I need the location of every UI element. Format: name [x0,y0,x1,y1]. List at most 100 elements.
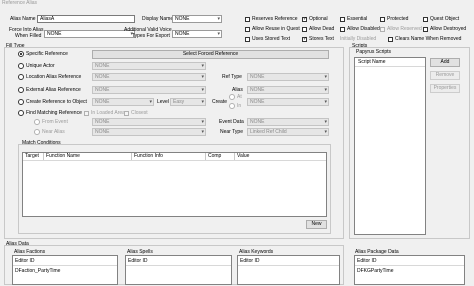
closest-checkbox[interactable]: Closest [124,110,148,116]
voice-types-dropdown[interactable]: NONE ▾ [172,30,222,38]
column-header-editor-id[interactable]: Editor ID [15,258,34,264]
allow-reserved-checkbox[interactable]: Allow Reserved [380,26,422,32]
reserves-reference-checkbox[interactable]: Reserves Reference [245,16,298,22]
new-condition-button[interactable]: New [306,220,327,229]
scripts-list[interactable]: Script Name [354,57,426,235]
create-in-radio[interactable]: In [229,103,241,109]
chevron-down-icon: ▾ [149,99,152,105]
from-event-radio[interactable]: From Event [34,119,68,125]
near-type-dropdown[interactable]: Linked Ref Child ▾ [247,128,329,136]
optional-checkbox[interactable]: ✓ Optional [302,16,328,22]
essential-checkbox[interactable]: Essential [340,16,367,22]
in-loaded-area-checkbox[interactable]: In Loaded Area [84,110,125,116]
checkbox-box [245,16,250,22]
near-alias-dropdown[interactable]: NONE ▾ [92,128,206,136]
radio-dot [34,119,40,125]
checkbox-box [84,110,89,116]
checkbox-box [124,110,129,116]
header-divider [23,160,326,161]
allow-disabled-checkbox[interactable]: Allow Disabled [340,26,380,32]
radio-dot [18,99,24,105]
unique-actor-radio[interactable]: Unique Actor [18,63,55,69]
protected-checkbox[interactable]: Protected [380,16,408,22]
voice-types-label: Additional Valid Voice Types For Export [124,27,172,39]
select-forced-reference-button[interactable]: Select Forced Reference [92,50,329,59]
chevron-down-icon: ▾ [324,119,327,125]
alias-name-input[interactable]: AliasA [37,15,135,23]
header-divider [355,66,425,67]
event-data-dropdown[interactable]: NONE ▾ [247,118,329,126]
remove-script-button[interactable]: Remove [430,71,460,80]
chevron-down-icon: ▾ [201,129,204,135]
create-at-radio[interactable]: At [229,94,242,100]
allow-destroyed-checkbox[interactable]: Allow Destroyed [423,26,466,32]
alias-name-label: Alias Name [10,16,36,22]
column-header-script-name[interactable]: Script Name [358,59,386,65]
specific-reference-radio[interactable]: Specific Reference [18,51,68,57]
add-script-button[interactable]: Add [430,58,460,67]
column-header-comp[interactable]: Comp [208,153,221,159]
alias-factions-list[interactable]: Editor ID DFaction_PartyTime [12,255,118,285]
uses-stored-text-checkbox[interactable]: Uses Stored Text [245,36,290,42]
checkbox-box: ✓ [302,15,308,22]
chevron-down-icon: ▾ [201,87,204,93]
near-type-label: Near Type [220,129,243,135]
checkbox-box: ✓ [302,35,308,42]
force-into-alias-value: NONE [47,31,62,37]
allow-dead-checkbox[interactable]: Allow Dead [302,26,334,32]
external-alias-reference-radio[interactable]: External Alias Reference [18,87,81,93]
radio-dot [18,74,24,80]
header-divider [13,265,117,266]
checkbox-box [388,36,393,42]
stores-text-checkbox[interactable]: ✓ Stores Text [302,36,334,42]
create-label: Create [212,99,228,105]
radio-dot [18,51,24,57]
chevron-down-icon: ▾ [324,87,327,93]
find-matching-reference-radio[interactable]: Find Matching Reference [18,110,82,116]
list-item[interactable]: DFaction_PartyTime [15,268,60,274]
checkbox-box [380,26,385,32]
column-header-editor-id[interactable]: Editor ID [240,258,259,264]
alias-spells-list[interactable]: Editor ID [125,255,232,285]
create-object-dropdown[interactable]: NONE ▾ [92,98,154,106]
location-alias-dropdown[interactable]: NONE ▾ [92,73,206,81]
list-item[interactable]: DFKGPartyTime [357,268,393,274]
column-header-editor-id[interactable]: Editor ID [357,258,376,264]
force-into-alias-label: Force Into Alias When Filled [9,27,44,39]
location-alias-reference-radio[interactable]: Location Alias Reference [18,74,81,80]
event-data-label: Event Data [219,119,244,125]
display-name-dropdown[interactable]: NONE ▾ [172,15,222,23]
checkbox-box [423,16,428,22]
script-properties-button[interactable]: Properties [430,84,460,93]
chevron-down-icon: ▾ [324,74,327,80]
column-header-target[interactable]: Target [25,153,39,159]
column-header-editor-id[interactable]: Editor ID [128,258,147,264]
column-header-function-name[interactable]: Function Name [46,153,80,159]
chevron-down-icon: ▾ [201,119,204,125]
create-alias-dropdown[interactable]: NONE ▾ [247,98,329,106]
alias-keywords-list[interactable]: Editor ID [237,255,340,285]
unique-actor-dropdown[interactable]: NONE ▾ [92,62,206,70]
quest-object-checkbox[interactable]: Quest Object [423,16,459,22]
clears-name-checkbox[interactable]: Clears Name When Removed [388,36,461,42]
ref-type-dropdown[interactable]: NONE ▾ [247,73,329,81]
alias-package-data-list[interactable]: Editor ID DFKGPartyTime [354,255,465,285]
header-divider [238,265,339,266]
checkbox-box [423,26,428,32]
external-alias-dropdown[interactable]: NONE ▾ [92,86,206,94]
from-event-dropdown[interactable]: NONE ▾ [92,118,206,126]
chevron-down-icon: ▾ [201,74,204,80]
column-header-value[interactable]: Value [237,153,249,159]
match-conditions-table[interactable]: Target Function Name Function Info Comp … [22,152,327,217]
level-dropdown[interactable]: Easy ▾ [170,98,206,106]
column-header-function-info[interactable]: Function Info [134,153,163,159]
allow-reuse-checkbox[interactable]: Allow Reuse in Quest [245,26,300,32]
near-alias-radio[interactable]: Near Alias [34,129,65,135]
initially-disabled-checkbox[interactable]: Initially Disabled [340,36,376,42]
create-reference-radio[interactable]: Create Reference to Object [18,99,87,105]
force-into-alias-dropdown[interactable]: NONE ▾ [44,30,135,38]
checkbox-box [340,16,345,22]
radio-dot [229,94,235,100]
column-separator [43,153,44,160]
external-alias-alias-dropdown[interactable]: NONE ▾ [247,86,329,94]
